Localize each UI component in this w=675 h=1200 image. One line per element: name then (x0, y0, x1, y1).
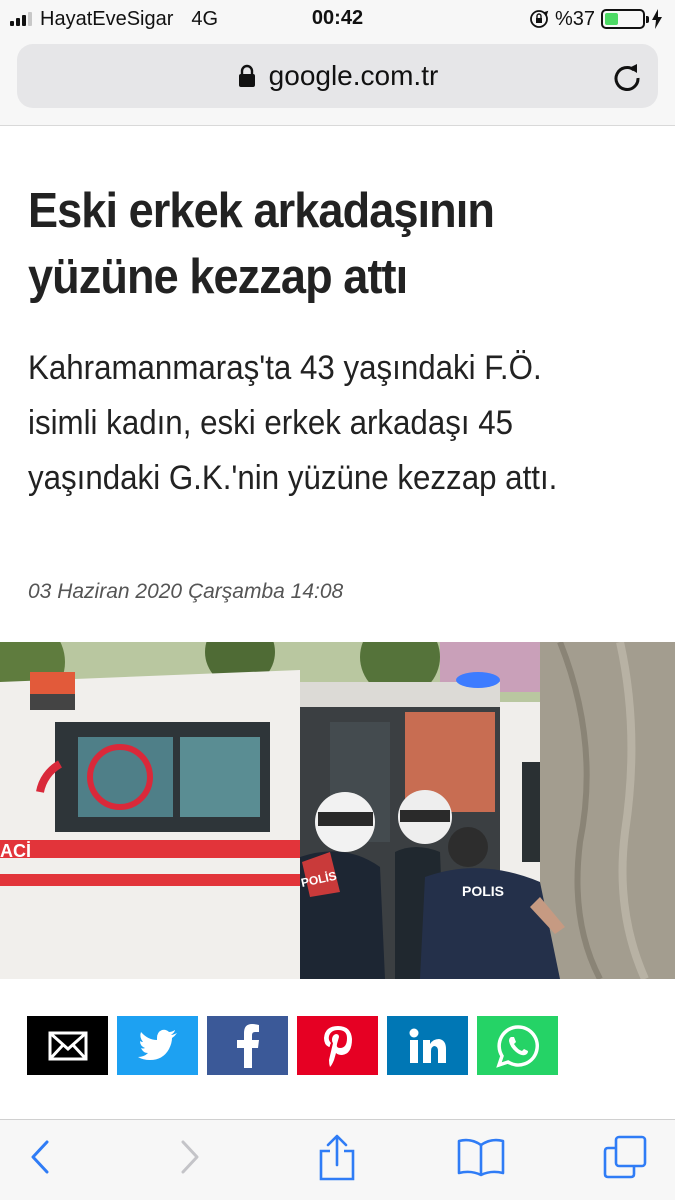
police-back-text: POLIS (462, 883, 504, 899)
reload-icon[interactable] (612, 60, 642, 92)
forward-icon (181, 1140, 199, 1174)
whatsapp-icon (495, 1024, 539, 1068)
share-email-button[interactable] (27, 1016, 108, 1075)
facebook-icon (236, 1023, 259, 1068)
browser-toolbar (0, 1120, 675, 1200)
share-whatsapp-button[interactable] (477, 1016, 558, 1075)
bookmarks-icon (457, 1138, 505, 1177)
address-bar[interactable]: google.com.tr (17, 44, 658, 108)
status-right: %37 (529, 7, 663, 31)
share-twitter-button[interactable] (117, 1016, 198, 1075)
battery-level (605, 13, 619, 25)
ambulance-side-text: ACİ (0, 841, 31, 861)
forward-button[interactable] (170, 1132, 210, 1182)
pinterest-icon (323, 1025, 352, 1067)
rotation-lock-icon (530, 10, 549, 28)
battery-percent: %37 (554, 7, 595, 30)
back-icon (31, 1140, 49, 1174)
bookmarks-button[interactable] (454, 1132, 508, 1182)
tabs-button[interactable] (600, 1132, 650, 1182)
tabs-icon (603, 1135, 647, 1179)
share-linkedin-button[interactable] (387, 1016, 468, 1075)
twitter-icon (137, 1029, 177, 1060)
share-facebook-button[interactable] (207, 1016, 288, 1075)
back-button[interactable] (20, 1132, 60, 1182)
share-icon (319, 1134, 355, 1181)
article-summary: Kahramanmaraş'ta 43 yaşındaki F.Ö. isiml… (28, 349, 558, 497)
envelope-icon (48, 1031, 87, 1060)
share-page-button[interactable] (314, 1132, 360, 1182)
share-pinterest-button[interactable] (297, 1016, 378, 1075)
lock-icon (238, 64, 255, 87)
charging-bolt-icon (652, 9, 662, 29)
article-photo[interactable]: ACİ POLİS POLIS (0, 642, 675, 979)
url-display[interactable]: google.com.tr (17, 44, 658, 108)
share-bar (27, 1016, 558, 1075)
browser-address-area: google.com.tr (0, 40, 675, 126)
url-text[interactable]: google.com.tr (269, 60, 439, 92)
article-date: 03 Haziran 2020 Çarşamba 14:08 (28, 580, 344, 603)
status-bar: HayatEveSigar 4G 00:42 %37 (0, 0, 675, 40)
linkedin-icon (409, 1028, 446, 1063)
article-headline: Eski erkek arkadaşının yüzüne kezzap att… (28, 184, 495, 304)
battery-icon (601, 9, 649, 29)
